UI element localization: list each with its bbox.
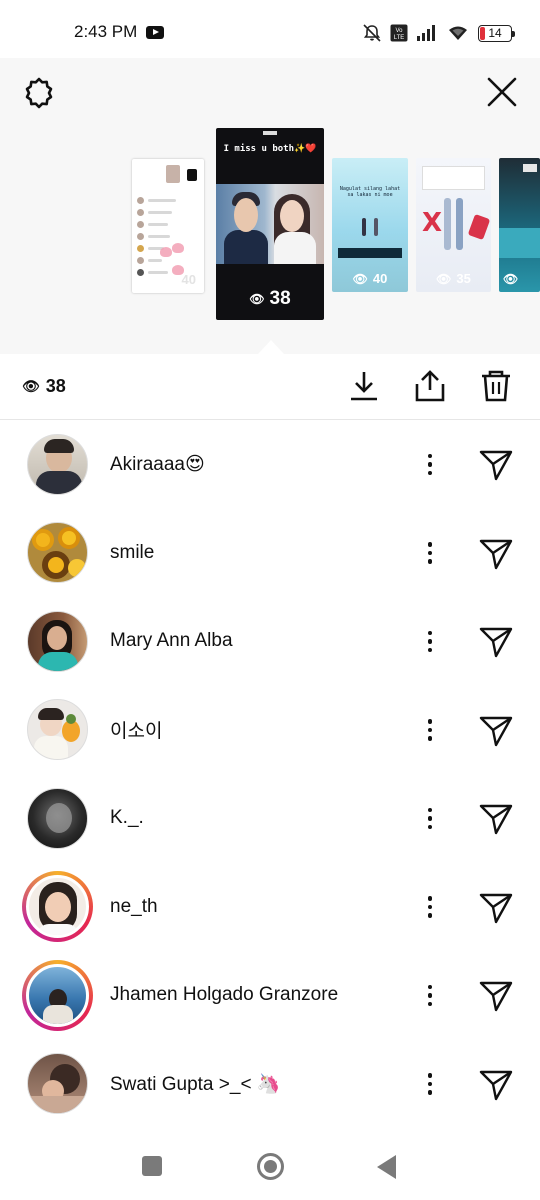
viewer-row[interactable]: Akiraaaa😍 [0, 420, 540, 509]
story-views: 👁 40 [352, 271, 388, 286]
story-thumbnail[interactable]: 40 [132, 159, 204, 293]
avatar[interactable] [27, 433, 88, 495]
eye-icon: 👁 [503, 272, 519, 286]
svg-text:Vo: Vo [395, 28, 403, 34]
send-icon[interactable] [478, 535, 514, 571]
youtube-icon [146, 26, 164, 39]
eye-icon: 👁 [22, 378, 40, 394]
more-options-icon[interactable] [418, 1066, 442, 1102]
send-icon[interactable] [478, 712, 514, 748]
send-icon[interactable] [478, 1066, 514, 1102]
status-bar: 2:43 PM Vo LTE 14 [0, 0, 540, 58]
viewer-row[interactable]: ne_th [0, 863, 540, 952]
story-thumbnail[interactable]: Nagulat silang lahat sa lakas ni moe 👁 4… [332, 158, 408, 292]
viewer-name[interactable]: ne_th [110, 896, 158, 918]
more-options-icon[interactable] [418, 889, 442, 925]
story-preview-area: 40 I miss u both✨❤️ 👁 38 Nagulat silang … [0, 58, 540, 354]
viewer-row[interactable]: 이소이 [0, 686, 540, 775]
battery-level: 14 [488, 26, 502, 40]
send-icon[interactable] [478, 977, 514, 1013]
viewer-name[interactable]: Jhamen Holgado Granzore [110, 984, 338, 1006]
battery-icon: 14 [478, 24, 515, 42]
views-count: 👁 38 [22, 376, 66, 396]
more-options-icon[interactable] [418, 977, 442, 1013]
story-views: 👁 35 [436, 271, 471, 286]
viewer-name[interactable]: Akiraaaa😍 [110, 453, 205, 476]
back-icon[interactable] [377, 1155, 396, 1179]
viewer-row[interactable]: Mary Ann Alba [0, 597, 540, 686]
status-icons: Vo LTE 14 [362, 22, 515, 44]
story-thumbnail-selected[interactable]: I miss u both✨❤️ 👁 38 [216, 128, 324, 320]
avatar[interactable] [27, 1053, 88, 1115]
system-nav-bar [0, 1130, 540, 1200]
close-icon[interactable] [484, 74, 520, 110]
home-icon[interactable] [257, 1153, 284, 1180]
story-caption: Nagulat silang lahat sa lakas ni moe [339, 186, 401, 198]
viewer-name[interactable]: 이소이 [110, 716, 162, 743]
story-thumbnail[interactable]: 👁 [499, 158, 540, 292]
more-options-icon[interactable] [418, 623, 442, 659]
viewer-row[interactable]: Swati Gupta >_< 🦄 [0, 1040, 540, 1129]
share-icon[interactable] [412, 368, 448, 404]
avatar[interactable] [27, 699, 88, 761]
download-icon[interactable] [346, 368, 382, 404]
send-icon[interactable] [478, 446, 514, 482]
story-thumbnail[interactable]: X 👁 35 [416, 158, 491, 292]
viewer-name[interactable]: smile [110, 542, 154, 564]
story-toolbar: 👁 38 [0, 354, 540, 420]
delete-icon[interactable] [478, 368, 514, 404]
avatar-story-ring[interactable] [22, 871, 93, 943]
volte-icon: Vo LTE [390, 24, 408, 42]
eye-icon: 👁 [352, 271, 368, 286]
selected-pointer [258, 340, 284, 354]
mute-icon [363, 24, 381, 42]
story-views: 👁 38 [249, 288, 291, 309]
svg-text:LTE: LTE [394, 35, 405, 41]
viewer-row[interactable]: K._. [0, 774, 540, 863]
more-options-icon[interactable] [418, 535, 442, 571]
avatar[interactable] [27, 522, 88, 584]
avatar[interactable] [27, 787, 88, 849]
avatar-story-ring[interactable] [22, 959, 93, 1031]
status-time: 2:43 PM [74, 22, 138, 41]
story-views: 40 [181, 272, 196, 287]
more-options-icon[interactable] [418, 712, 442, 748]
viewer-list: Akiraaaa😍 smile Mary Ann Alba 이소이 K._. n… [0, 420, 540, 1128]
eye-icon: 👁 [249, 292, 265, 306]
wifi-icon [449, 26, 467, 40]
story-caption: I miss u both✨❤️ [223, 144, 317, 154]
viewer-row[interactable]: Jhamen Holgado Granzore [0, 951, 540, 1040]
recent-apps-icon[interactable] [142, 1156, 162, 1176]
viewer-name[interactable]: K._. [110, 807, 144, 829]
gear-icon[interactable] [22, 76, 56, 110]
send-icon[interactable] [478, 889, 514, 925]
avatar[interactable] [27, 610, 88, 672]
more-options-icon[interactable] [418, 446, 442, 482]
viewer-row[interactable]: smile [0, 509, 540, 598]
eye-icon: 👁 [436, 271, 452, 286]
viewer-name[interactable]: Swati Gupta >_< 🦄 [110, 1072, 280, 1096]
send-icon[interactable] [478, 623, 514, 659]
viewer-name[interactable]: Mary Ann Alba [110, 630, 233, 652]
signal-icon [417, 25, 435, 41]
story-views: 👁 [499, 272, 540, 286]
more-options-icon[interactable] [418, 800, 442, 836]
send-icon[interactable] [478, 800, 514, 836]
